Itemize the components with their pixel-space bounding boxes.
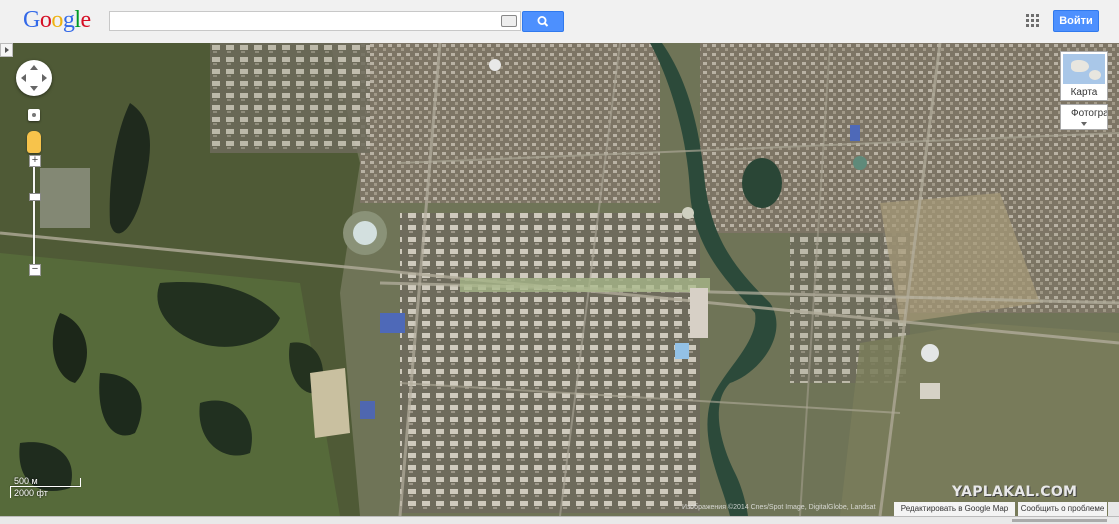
pan-up-icon[interactable] bbox=[30, 65, 38, 70]
edit-in-map-maker-link[interactable]: Редактировать в Google Map Maker bbox=[894, 502, 1015, 516]
report-problem-link[interactable]: Сообщить о проблеме bbox=[1018, 502, 1107, 516]
rotate-control[interactable] bbox=[28, 109, 40, 121]
map-thumbnail bbox=[1063, 54, 1105, 84]
zoom-slider-thumb[interactable] bbox=[29, 193, 41, 201]
horizontal-scrollbar[interactable] bbox=[1012, 519, 1107, 522]
keyboard-icon[interactable] bbox=[501, 15, 517, 27]
search-box[interactable] bbox=[109, 11, 521, 31]
logo-letter: G bbox=[23, 7, 40, 33]
layer-map-button[interactable]: Карта bbox=[1060, 51, 1108, 101]
apps-grid-icon[interactable] bbox=[1026, 14, 1040, 28]
zoom-out-button[interactable]: − bbox=[29, 264, 41, 276]
layer-photo-label: Фотография bbox=[1071, 108, 1108, 119]
zoom-in-button[interactable]: + bbox=[29, 155, 41, 167]
top-bar: Google Войти bbox=[0, 0, 1119, 44]
bottom-strip bbox=[0, 516, 1119, 524]
satellite-map[interactable]: + − Карта Фотография 500 м 2000 фт YAPLA… bbox=[0, 43, 1119, 516]
logo-letter: e bbox=[80, 7, 92, 33]
logo-letter: g bbox=[62, 7, 75, 33]
street-view-pegman-icon[interactable] bbox=[27, 131, 41, 153]
search-button[interactable] bbox=[522, 11, 564, 32]
layer-photo-button[interactable]: Фотография bbox=[1060, 104, 1108, 130]
pan-down-icon[interactable] bbox=[30, 86, 38, 91]
google-logo[interactable]: Google bbox=[23, 7, 91, 34]
search-input[interactable] bbox=[112, 13, 496, 31]
logo-letter: o bbox=[51, 7, 63, 33]
logo-letter: o bbox=[39, 7, 52, 33]
collapse-panel-toggle[interactable] bbox=[0, 43, 13, 57]
pan-right-icon[interactable] bbox=[42, 74, 47, 82]
layer-map-label: Карта bbox=[1070, 87, 1098, 98]
pan-control[interactable] bbox=[16, 60, 52, 96]
satellite-imagery bbox=[0, 43, 1119, 516]
watermark-text: YAPLAKAL.COM bbox=[952, 484, 1078, 500]
scale-metric-label: 500 м bbox=[14, 476, 38, 486]
collapse-footer-icon[interactable] bbox=[1108, 502, 1119, 516]
scale-bar-tick bbox=[10, 486, 11, 498]
scale-imperial-label: 2000 фт bbox=[14, 488, 48, 498]
magnifier-icon bbox=[537, 16, 549, 27]
imagery-attribution: Изображения ©2014 Cnes/Spot Image, Digit… bbox=[682, 504, 876, 511]
scale-bar-tick bbox=[80, 478, 81, 487]
pan-left-icon[interactable] bbox=[21, 74, 26, 82]
chevron-down-icon[interactable] bbox=[1081, 122, 1087, 126]
zoom-slider-track[interactable] bbox=[33, 167, 35, 267]
sign-in-button[interactable]: Войти bbox=[1053, 10, 1099, 32]
scale-bar bbox=[10, 486, 80, 487]
